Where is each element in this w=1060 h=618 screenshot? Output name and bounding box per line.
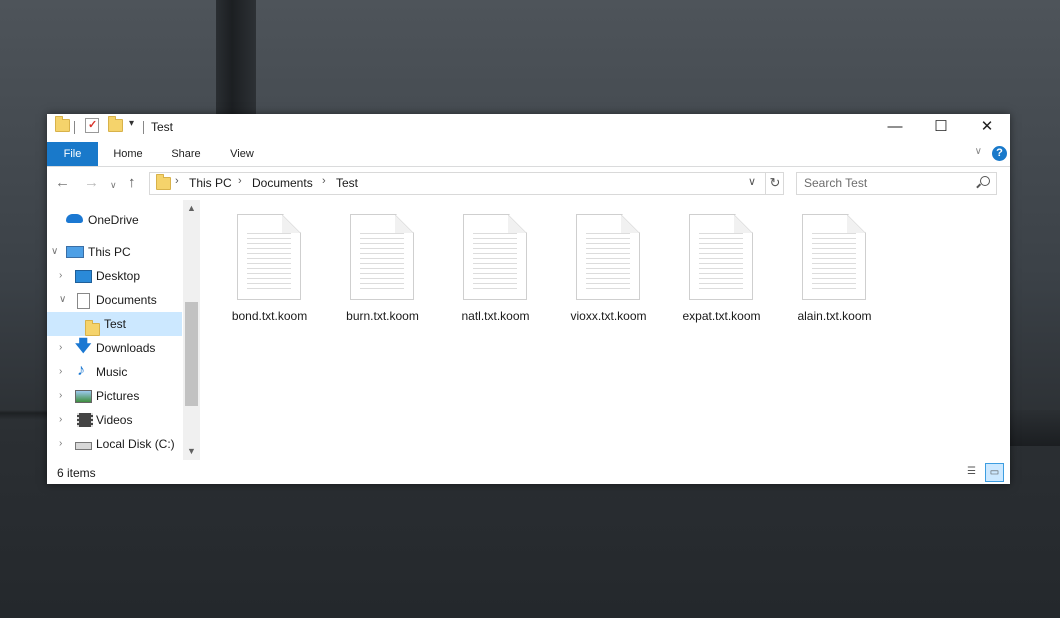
chevron-right-icon[interactable]: › <box>59 384 62 408</box>
file-item[interactable]: alain.txt.koom <box>778 214 891 324</box>
chevron-right-icon[interactable]: › <box>59 432 62 456</box>
file-item[interactable]: bond.txt.koom <box>213 214 326 324</box>
item-count: 6 items <box>57 466 96 480</box>
downloads-icon: 🡇 <box>75 338 92 355</box>
properties-icon[interactable]: ✓ <box>85 118 99 133</box>
scroll-down-icon[interactable]: ▼ <box>183 443 200 460</box>
sidebar-item-label: Local Disk (C:) <box>96 437 175 451</box>
forward-icon[interactable]: → <box>84 175 99 190</box>
chevron-right-icon[interactable]: › <box>175 175 179 187</box>
sidebar-item-documents[interactable]: ∨ Documents <box>47 288 182 312</box>
chevron-right-icon[interactable]: › <box>322 175 326 187</box>
cloud-icon <box>66 214 83 223</box>
documents-icon <box>77 293 90 309</box>
divider <box>74 121 75 134</box>
sidebar-item-desktop[interactable]: › Desktop <box>47 264 182 288</box>
title-bar: ✓ ▾ Test — ☐ ✕ <box>47 114 1010 142</box>
sidebar-item-test[interactable]: Test <box>47 312 182 336</box>
explorer-window: ✓ ▾ Test — ☐ ✕ File Home Share View ∨ ? … <box>47 114 1010 484</box>
chevron-right-icon[interactable]: › <box>238 175 242 187</box>
close-button[interactable]: ✕ <box>964 114 1010 142</box>
sidebar-item-label: Videos <box>96 413 133 427</box>
background-stripe <box>1010 410 1060 446</box>
file-name: natl.txt.koom <box>461 309 530 323</box>
divider <box>143 121 144 134</box>
scrollbar-thumb[interactable] <box>185 302 198 406</box>
tab-file[interactable]: File <box>47 142 98 166</box>
tab-share[interactable]: Share <box>163 142 209 166</box>
file-item[interactable]: natl.txt.koom <box>439 214 552 324</box>
maximize-button[interactable]: ☐ <box>918 114 964 142</box>
breadcrumb-this-pc[interactable]: This PC <box>189 176 232 190</box>
sidebar-item-pictures[interactable]: › Pictures <box>47 384 182 408</box>
new-folder-icon[interactable] <box>108 116 123 135</box>
file-name: expat.txt.koom <box>682 309 761 323</box>
sidebar-item-videos[interactable]: › Videos <box>47 408 182 432</box>
file-item[interactable]: burn.txt.koom <box>326 214 439 324</box>
computer-icon <box>66 246 84 258</box>
file-name: alain.txt.koom <box>797 309 872 323</box>
large-icons-view-icon[interactable]: ▭ <box>985 463 1004 482</box>
sidebar-item-label: This PC <box>88 245 131 259</box>
chevron-down-icon[interactable]: ∨ <box>748 175 756 188</box>
search-box[interactable] <box>796 172 997 195</box>
disk-icon <box>75 442 92 450</box>
status-bar: 6 items ☰ ▭ <box>47 461 1010 484</box>
pictures-icon <box>75 390 92 403</box>
minimize-button[interactable]: — <box>872 114 918 142</box>
search-icon[interactable] <box>980 176 990 186</box>
file-list: bond.txt.koom burn.txt.koom natl.txt.koo… <box>200 200 1010 460</box>
recent-locations-icon[interactable]: ∨ <box>110 178 117 193</box>
scroll-up-icon[interactable]: ▲ <box>183 200 200 217</box>
search-input[interactable] <box>797 173 974 192</box>
ribbon-tabs: File Home Share View ∨ ? <box>47 142 1010 167</box>
breadcrumb-documents[interactable]: Documents <box>252 176 313 190</box>
details-view-icon[interactable]: ☰ <box>963 463 980 480</box>
address-bar[interactable]: › This PC › Documents › Test ∨ ↻ <box>149 172 784 195</box>
sidebar-item-label: Downloads <box>96 341 156 355</box>
music-icon: ♪ <box>77 362 85 379</box>
sidebar-item-label: OneDrive <box>88 213 139 227</box>
sidebar-item-label: Pictures <box>96 389 140 403</box>
refresh-icon[interactable]: ↻ <box>765 173 784 194</box>
breadcrumb-test[interactable]: Test <box>336 176 358 190</box>
chevron-right-icon[interactable]: › <box>59 408 62 432</box>
back-icon[interactable]: ← <box>55 175 70 190</box>
window-title: Test <box>151 120 174 134</box>
navigation-pane: OneDrive ∨ This PC › Desktop ∨ Documents… <box>47 200 199 460</box>
chevron-right-icon[interactable]: › <box>59 264 62 288</box>
file-name: vioxx.txt.koom <box>570 309 647 323</box>
expand-ribbon-icon[interactable]: ∨ <box>975 146 982 157</box>
videos-icon <box>77 413 93 427</box>
nav-scrollbar[interactable]: ▲ ▼ <box>183 200 200 460</box>
address-row: ← → ∨ ↑ › This PC › Documents › Test ∨ ↻ <box>47 167 1010 199</box>
desktop-icon <box>75 270 92 283</box>
sidebar-item-this-pc[interactable]: ∨ This PC <box>47 240 182 264</box>
tab-view[interactable]: View <box>219 142 265 166</box>
chevron-right-icon[interactable]: › <box>59 336 62 360</box>
sidebar-item-label: Desktop <box>96 269 141 283</box>
file-item[interactable]: expat.txt.koom <box>665 214 778 324</box>
help-icon[interactable]: ? <box>992 146 1007 161</box>
folder-icon <box>55 116 70 135</box>
folder-icon <box>156 174 171 193</box>
background-stripe <box>216 0 256 114</box>
chevron-down-icon[interactable]: ∨ <box>59 288 66 312</box>
file-item[interactable]: vioxx.txt.koom <box>552 214 665 324</box>
tab-home[interactable]: Home <box>105 142 151 166</box>
chevron-right-icon[interactable]: › <box>59 360 62 384</box>
sidebar-item-onedrive[interactable]: OneDrive <box>47 208 182 232</box>
chevron-down-icon[interactable]: ∨ <box>51 240 58 264</box>
file-name: bond.txt.koom <box>231 309 308 323</box>
sidebar-item-music[interactable]: › ♪ Music <box>47 360 182 384</box>
sidebar-item-local-disk[interactable]: › Local Disk (C:) <box>47 432 182 456</box>
customize-toolbar-icon[interactable]: ▾ <box>129 118 134 129</box>
file-name: burn.txt.koom <box>346 309 419 323</box>
sidebar-item-label: Test <box>104 317 127 331</box>
sidebar-item-label: Music <box>96 365 128 379</box>
sidebar-item-label: Documents <box>96 293 157 307</box>
sidebar-item-downloads[interactable]: › 🡇 Downloads <box>47 336 182 360</box>
up-icon[interactable]: ↑ <box>128 175 136 190</box>
